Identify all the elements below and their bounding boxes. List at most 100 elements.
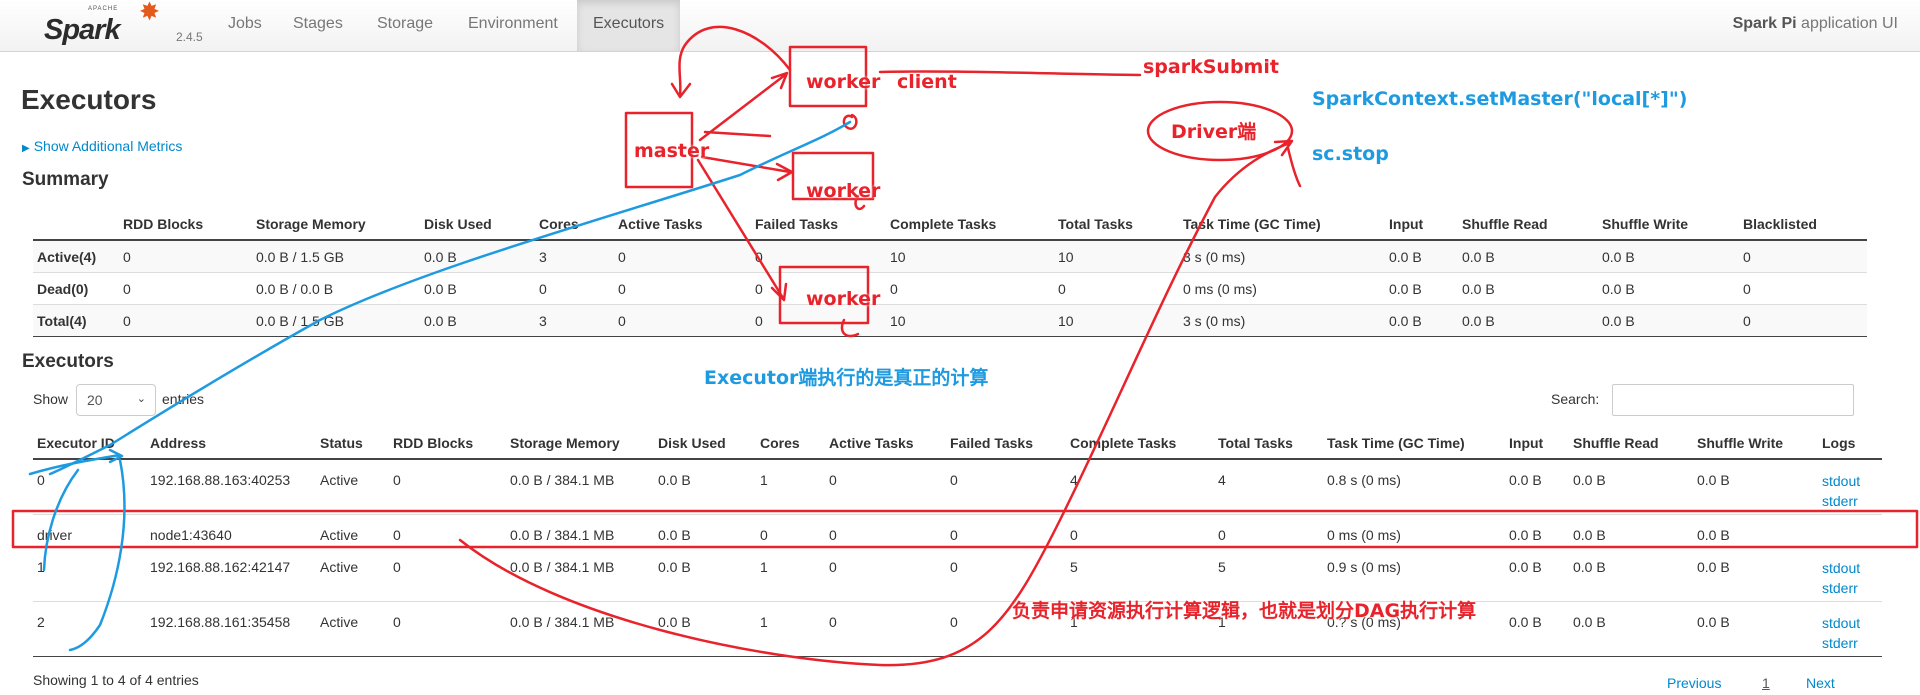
- stdout-link[interactable]: stdout: [1822, 612, 1882, 634]
- annotation-client: client: [897, 71, 957, 93]
- loop-worker-top: [842, 113, 858, 130]
- annotation-executor-note: Executor端执行的是真正的计算: [704, 367, 989, 389]
- spark-version: 2.4.5: [176, 30, 203, 44]
- app-suffix: application UI: [1801, 15, 1898, 32]
- summary-col-header[interactable]: RDD Blocks: [123, 209, 256, 241]
- summary-cell: Total(4): [33, 304, 123, 337]
- spark-logo[interactable]: APACHE Spark ✸ 2.4.5: [42, 0, 203, 48]
- summary-col-header[interactable]: Disk Used: [424, 209, 539, 241]
- exec-col-header[interactable]: Address: [150, 428, 320, 460]
- executors-heading: Executors: [22, 351, 114, 372]
- tab-executors[interactable]: Executors: [577, 0, 681, 51]
- summary-cell: 0.0 B: [1462, 272, 1602, 305]
- page-size-select[interactable]: 20 ⌄: [76, 384, 156, 416]
- exec-col-header[interactable]: Shuffle Write: [1697, 428, 1822, 460]
- tab-jobs[interactable]: Jobs: [214, 0, 276, 51]
- tab-stages[interactable]: Stages: [279, 0, 357, 51]
- summary-col-header[interactable]: Input: [1389, 209, 1462, 241]
- exec-cell: 0.0 B / 384.1 MB: [510, 601, 658, 657]
- pagination-previous[interactable]: Previous: [1667, 675, 1721, 691]
- exec-col-header[interactable]: Disk Used: [658, 428, 760, 460]
- annotation-spark-submit: sparkSubmit: [1143, 56, 1279, 78]
- summary-cell: 0: [539, 272, 618, 305]
- stderr-link[interactable]: stderr: [1822, 632, 1882, 654]
- summary-cell: 0: [755, 239, 890, 273]
- exec-cell: 0 ms (0 ms): [1327, 514, 1509, 547]
- logo-apache-text: APACHE: [88, 6, 119, 12]
- exec-cell: 0: [393, 546, 510, 602]
- exec-col-header[interactable]: Task Time (GC Time): [1327, 428, 1509, 460]
- page-title: Executors: [21, 84, 157, 115]
- summary-col-header[interactable]: Active Tasks: [618, 209, 755, 241]
- exec-col-header[interactable]: Active Tasks: [829, 428, 950, 460]
- summary-cell: 0.0 B: [1602, 272, 1743, 305]
- search-input[interactable]: [1612, 384, 1854, 416]
- summary-row-dead: Dead(0) 0 0.0 B / 0.0 B 0.0 B 0 0 0 0 0 …: [33, 272, 1867, 305]
- exec-cell: 0.0 B: [658, 601, 760, 657]
- exec-col-header[interactable]: Complete Tasks: [1070, 428, 1218, 460]
- exec-cell: 1: [760, 546, 829, 602]
- exec-col-header[interactable]: Storage Memory: [510, 428, 658, 460]
- exec-col-header: Logs: [1822, 428, 1882, 460]
- table-info: Showing 1 to 4 of 4 entries: [33, 672, 199, 688]
- summary-cell: 0.0 B: [1389, 239, 1462, 273]
- exec-col-header[interactable]: Status: [320, 428, 393, 460]
- summary-cell: 0.0 B: [1462, 304, 1602, 337]
- stdout-link[interactable]: stdout: [1822, 557, 1882, 579]
- exec-col-header[interactable]: RDD Blocks: [393, 428, 510, 460]
- summary-col-header[interactable]: Failed Tasks: [755, 209, 890, 241]
- stderr-link[interactable]: stderr: [1822, 577, 1882, 599]
- summary-col-header[interactable]: Complete Tasks: [890, 209, 1058, 241]
- exec-col-header[interactable]: Failed Tasks: [950, 428, 1070, 460]
- summary-col-header[interactable]: Total Tasks: [1058, 209, 1183, 241]
- exec-cell: 192.168.88.163:40253: [150, 458, 320, 515]
- summary-col-header[interactable]: Blacklisted: [1743, 209, 1867, 241]
- caret-right-icon: ▶: [22, 143, 30, 154]
- chevron-down-icon: ⌄: [136, 393, 146, 405]
- exec-cell: 0.0 B: [1697, 514, 1822, 547]
- show-entries-label: Show: [33, 391, 69, 407]
- exec-cell: 192.168.88.161:35458: [150, 601, 320, 657]
- pagination-current-page[interactable]: 1: [1762, 675, 1770, 691]
- exec-cell: 0.0 B: [1573, 601, 1697, 657]
- summary-cell: 0: [618, 304, 755, 337]
- exec-cell: Active: [320, 514, 393, 547]
- pagination-next[interactable]: Next: [1806, 675, 1835, 691]
- annotation-driver-note: 负责申请资源执行计算逻辑，也就是划分DAG执行计算: [1012, 600, 1477, 622]
- exec-col-header[interactable]: Cores: [760, 428, 829, 460]
- exec-cell: 0.0 B: [1573, 514, 1697, 547]
- summary-col-header[interactable]: Shuffle Write: [1602, 209, 1743, 241]
- summary-col-header[interactable]: Task Time (GC Time): [1183, 209, 1389, 241]
- exec-cell: driver: [33, 514, 150, 547]
- exec-cell: Active: [320, 546, 393, 602]
- summary-heading: Summary: [22, 169, 109, 190]
- summary-cell: 0.0 B: [424, 239, 539, 273]
- exec-cell: Active: [320, 458, 393, 515]
- tab-environment[interactable]: Environment: [454, 0, 572, 51]
- exec-col-header[interactable]: Executor ID: [33, 428, 150, 460]
- exec-col-header[interactable]: Input: [1509, 428, 1573, 460]
- executor-row-2: 2 192.168.88.161:35458 Active 0 0.0 B / …: [33, 601, 1882, 657]
- exec-logs-cell: stdout stderr: [1822, 458, 1882, 515]
- summary-cell: 10: [890, 304, 1058, 337]
- summary-cell: 0.0 B: [1462, 239, 1602, 273]
- summary-cell: Dead(0): [33, 272, 123, 305]
- exec-col-header[interactable]: Shuffle Read: [1573, 428, 1697, 460]
- app-title: Spark Pi application UI: [1733, 15, 1898, 33]
- summary-col-header[interactable]: Shuffle Read: [1462, 209, 1602, 241]
- stderr-link[interactable]: stderr: [1822, 490, 1882, 512]
- exec-cell: 0.0 B: [658, 514, 760, 547]
- summary-cell: 3 s (0 ms): [1183, 304, 1389, 337]
- tab-storage[interactable]: Storage: [363, 0, 447, 51]
- summary-col-header[interactable]: Storage Memory: [256, 209, 424, 241]
- executor-row-driver: driver node1:43640 Active 0 0.0 B / 384.…: [33, 514, 1882, 547]
- stdout-link[interactable]: stdout: [1822, 470, 1882, 492]
- summary-row-total: Total(4) 0 0.0 B / 1.5 GB 0.0 B 3 0 0 10…: [33, 304, 1867, 337]
- exec-cell: 0.0 B: [1509, 458, 1573, 515]
- exec-col-header[interactable]: Total Tasks: [1218, 428, 1327, 460]
- show-additional-metrics-link[interactable]: ▶ Show Additional Metrics: [22, 138, 182, 154]
- summary-col-header: [33, 209, 123, 241]
- executors-table: Executor ID Address Status RDD Blocks St…: [33, 428, 1882, 657]
- summary-cell: 0: [1743, 239, 1867, 273]
- summary-col-header[interactable]: Cores: [539, 209, 618, 241]
